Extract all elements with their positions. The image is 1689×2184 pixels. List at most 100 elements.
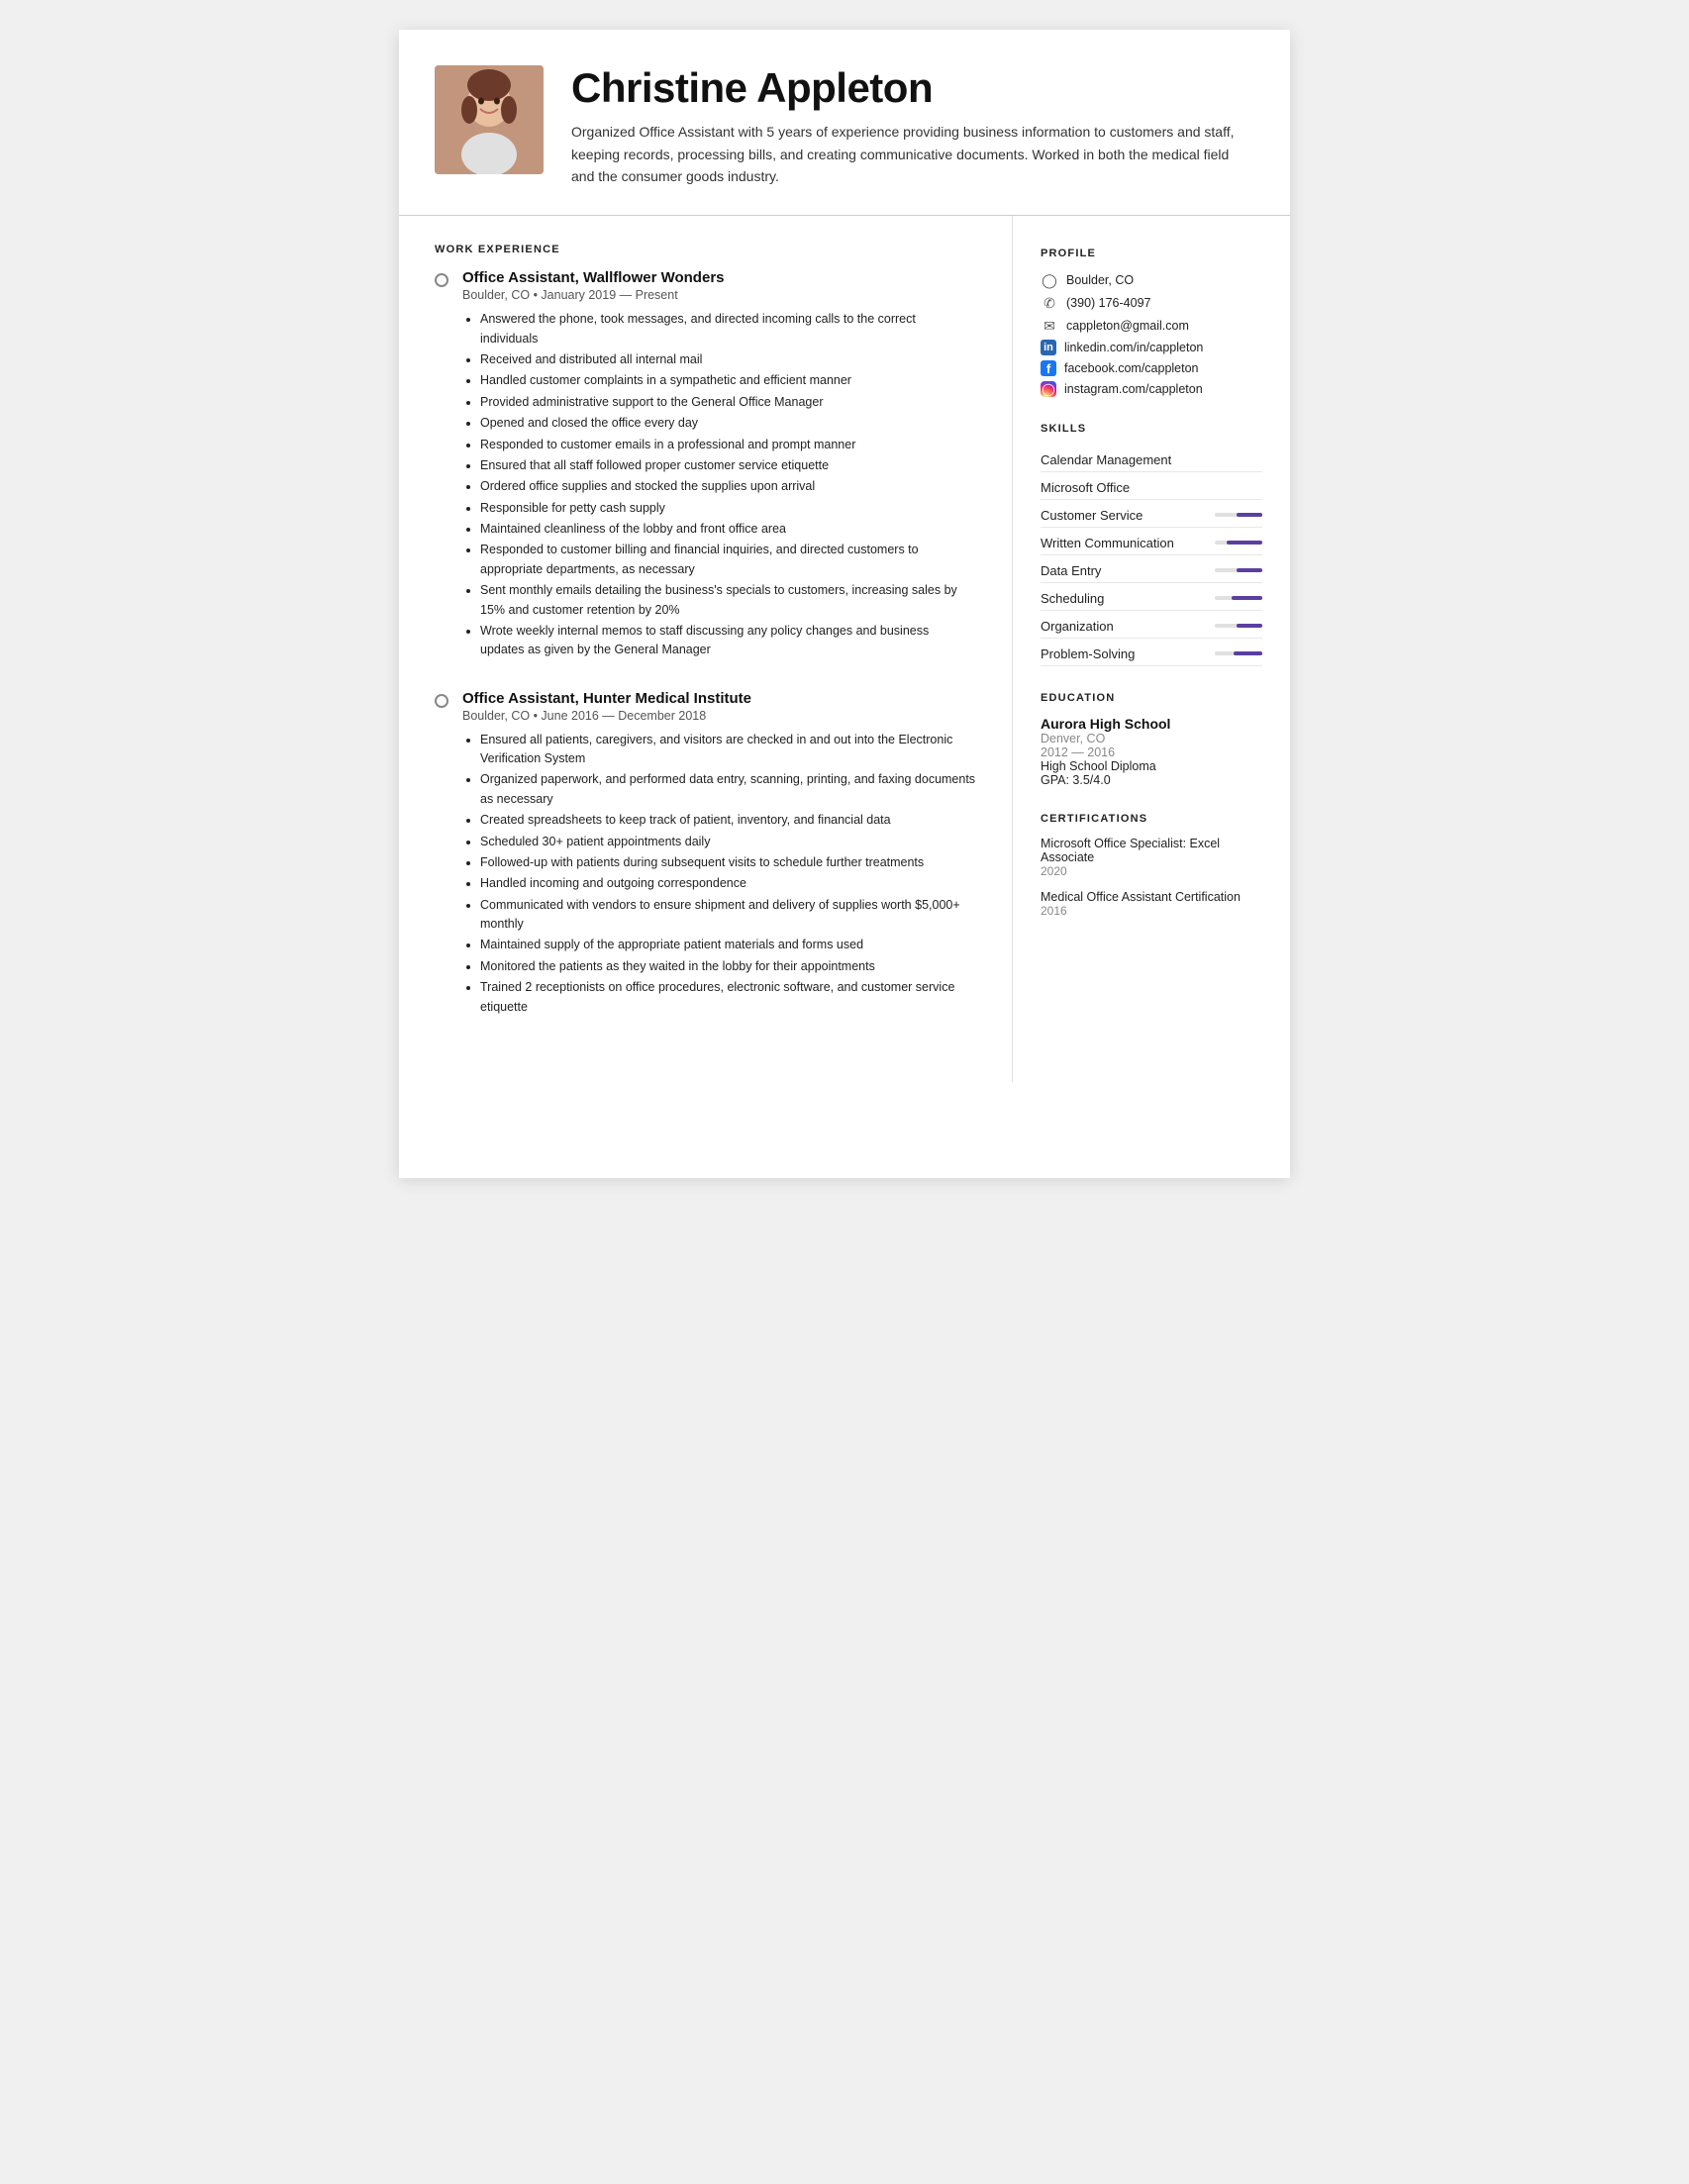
profile-location: ◯ Boulder, CO bbox=[1041, 271, 1262, 289]
skill-name-2: Customer Service bbox=[1041, 502, 1262, 527]
skill-name-0: Calendar Management bbox=[1041, 447, 1262, 471]
left-column: WORK EXPERIENCE Office Assistant, Wallfl… bbox=[399, 216, 1013, 1082]
skill-bar-row-3 bbox=[1215, 541, 1262, 545]
edu-school-0: Aurora High School bbox=[1041, 716, 1262, 732]
skill-bar-row-4 bbox=[1215, 568, 1262, 572]
profile-linkedin: in linkedin.com/in/cappleton bbox=[1041, 340, 1262, 355]
edu-degree-0: High School Diploma bbox=[1041, 759, 1262, 773]
work-title-1: Office Assistant, Hunter Medical Institu… bbox=[462, 690, 976, 707]
cert-name-1: Medical Office Assistant Certification bbox=[1041, 890, 1262, 904]
work-circle-1 bbox=[435, 694, 448, 708]
work-meta-0: Boulder, CO • January 2019 — Present bbox=[462, 288, 976, 302]
bullet-0-10: Responded to customer billing and financ… bbox=[480, 541, 976, 579]
work-content-1: Office Assistant, Hunter Medical Institu… bbox=[462, 690, 976, 1019]
skill-bar-5 bbox=[1215, 596, 1262, 600]
bullet-0-11: Sent monthly emails detailing the busine… bbox=[480, 581, 976, 620]
skill-name-1: Microsoft Office bbox=[1041, 474, 1262, 499]
work-circle-0 bbox=[435, 273, 448, 287]
bullet-1-6: Communicated with vendors to ensure ship… bbox=[480, 896, 976, 935]
body: WORK EXPERIENCE Office Assistant, Wallfl… bbox=[399, 216, 1290, 1082]
profile-phone: ✆ (390) 176-4097 bbox=[1041, 294, 1262, 312]
skill-divider-0 bbox=[1041, 471, 1262, 472]
skill-item-7: Problem-Solving bbox=[1041, 641, 1262, 666]
skill-divider-1 bbox=[1041, 499, 1262, 500]
certifications-label: CERTIFICATIONS bbox=[1041, 813, 1262, 825]
skill-bar-4 bbox=[1215, 568, 1262, 572]
edu-location-0: Denver, CO bbox=[1041, 732, 1262, 745]
skill-item-0: Calendar Management bbox=[1041, 447, 1262, 472]
email-icon: ✉ bbox=[1041, 317, 1058, 335]
bullet-0-8: Responsible for petty cash supply bbox=[480, 499, 976, 518]
bullet-0-5: Responded to customer emails in a profes… bbox=[480, 436, 976, 454]
bullet-1-9: Trained 2 receptionists on office proced… bbox=[480, 978, 976, 1017]
edu-gpa-0: GPA: 3.5/4.0 bbox=[1041, 773, 1262, 787]
bullet-0-12: Wrote weekly internal memos to staff dis… bbox=[480, 622, 976, 660]
education-list: Aurora High SchoolDenver, CO2012 — 2016H… bbox=[1041, 716, 1262, 787]
work-bullets-1: Ensured all patients, caregivers, and vi… bbox=[462, 731, 976, 1017]
cert-item-0: Microsoft Office Specialist: Excel Assoc… bbox=[1041, 837, 1262, 878]
work-content-0: Office Assistant, Wallflower WondersBoul… bbox=[462, 269, 976, 661]
education-label: EDUCATION bbox=[1041, 692, 1262, 704]
location-icon: ◯ bbox=[1041, 271, 1058, 289]
bullet-0-3: Provided administrative support to the G… bbox=[480, 393, 976, 412]
work-meta-1: Boulder, CO • June 2016 — December 2018 bbox=[462, 709, 976, 723]
skill-divider-5 bbox=[1041, 610, 1262, 611]
skill-divider-3 bbox=[1041, 554, 1262, 555]
bullet-1-0: Ensured all patients, caregivers, and vi… bbox=[480, 731, 976, 769]
bullet-1-7: Maintained supply of the appropriate pat… bbox=[480, 936, 976, 954]
profile-facebook: f facebook.com/cappleton bbox=[1041, 360, 1262, 376]
skill-bar-fill-5 bbox=[1232, 596, 1262, 600]
skill-bar-3 bbox=[1215, 541, 1262, 545]
skill-item-1: Microsoft Office bbox=[1041, 474, 1262, 500]
bullet-0-7: Ordered office supplies and stocked the … bbox=[480, 477, 976, 496]
skills-label: SKILLS bbox=[1041, 423, 1262, 435]
certifications-list: Microsoft Office Specialist: Excel Assoc… bbox=[1041, 837, 1262, 918]
skill-bar-fill-6 bbox=[1237, 624, 1262, 628]
skill-divider-4 bbox=[1041, 582, 1262, 583]
skill-bar-row-7 bbox=[1215, 651, 1262, 655]
cert-item-1: Medical Office Assistant Certification20… bbox=[1041, 890, 1262, 918]
skill-item-2: Customer Service bbox=[1041, 502, 1262, 528]
skill-bar-row-6 bbox=[1215, 624, 1262, 628]
bullet-0-2: Handled customer complaints in a sympath… bbox=[480, 371, 976, 390]
skill-divider-7 bbox=[1041, 665, 1262, 666]
bullet-1-1: Organized paperwork, and performed data … bbox=[480, 770, 976, 809]
linkedin-icon: in bbox=[1041, 340, 1056, 355]
header-text: Christine Appleton Organized Office Assi… bbox=[571, 65, 1246, 187]
skill-divider-2 bbox=[1041, 527, 1262, 528]
profile-section: PROFILE ◯ Boulder, CO ✆ (390) 176-4097 ✉… bbox=[1041, 248, 1262, 397]
header-summary: Organized Office Assistant with 5 years … bbox=[571, 121, 1246, 187]
skill-bar-row-5 bbox=[1215, 596, 1262, 600]
instagram-icon: ◯ bbox=[1041, 381, 1056, 397]
certifications-section: CERTIFICATIONS Microsoft Office Speciali… bbox=[1041, 813, 1262, 918]
header-name: Christine Appleton bbox=[571, 65, 1246, 111]
profile-label: PROFILE bbox=[1041, 248, 1262, 259]
profile-instagram: ◯ instagram.com/cappleton bbox=[1041, 381, 1262, 397]
profile-email: ✉ cappleton@gmail.com bbox=[1041, 317, 1262, 335]
skill-bar-fill-3 bbox=[1227, 541, 1262, 545]
skill-bar-2 bbox=[1215, 513, 1262, 517]
bullet-0-9: Maintained cleanliness of the lobby and … bbox=[480, 520, 976, 539]
resume: Christine Appleton Organized Office Assi… bbox=[399, 30, 1290, 1178]
skill-item-6: Organization bbox=[1041, 613, 1262, 639]
work-bullets-0: Answered the phone, took messages, and d… bbox=[462, 310, 976, 659]
bullet-1-8: Monitored the patients as they waited in… bbox=[480, 957, 976, 976]
work-item-1: Office Assistant, Hunter Medical Institu… bbox=[435, 690, 976, 1019]
bullet-0-1: Received and distributed all internal ma… bbox=[480, 350, 976, 369]
bullet-0-4: Opened and closed the office every day bbox=[480, 414, 976, 433]
skills-list: Calendar Management Microsoft Office Custo… bbox=[1041, 447, 1262, 666]
edu-years-0: 2012 — 2016 bbox=[1041, 745, 1262, 759]
skill-name-3: Written Communication bbox=[1041, 530, 1262, 554]
skills-section: SKILLS Calendar Management Microsoft Offi… bbox=[1041, 423, 1262, 666]
skill-divider-6 bbox=[1041, 638, 1262, 639]
skill-name-4: Data Entry bbox=[1041, 557, 1262, 582]
facebook-icon: f bbox=[1041, 360, 1056, 376]
bullet-1-2: Created spreadsheets to keep track of pa… bbox=[480, 811, 976, 830]
skill-bar-7 bbox=[1215, 651, 1262, 655]
phone-icon: ✆ bbox=[1041, 294, 1058, 312]
skill-item-4: Data Entry bbox=[1041, 557, 1262, 583]
profile-photo bbox=[435, 65, 544, 174]
cert-year-0: 2020 bbox=[1041, 864, 1262, 878]
skill-bar-fill-7 bbox=[1234, 651, 1262, 655]
bullet-0-6: Ensured that all staff followed proper c… bbox=[480, 456, 976, 475]
